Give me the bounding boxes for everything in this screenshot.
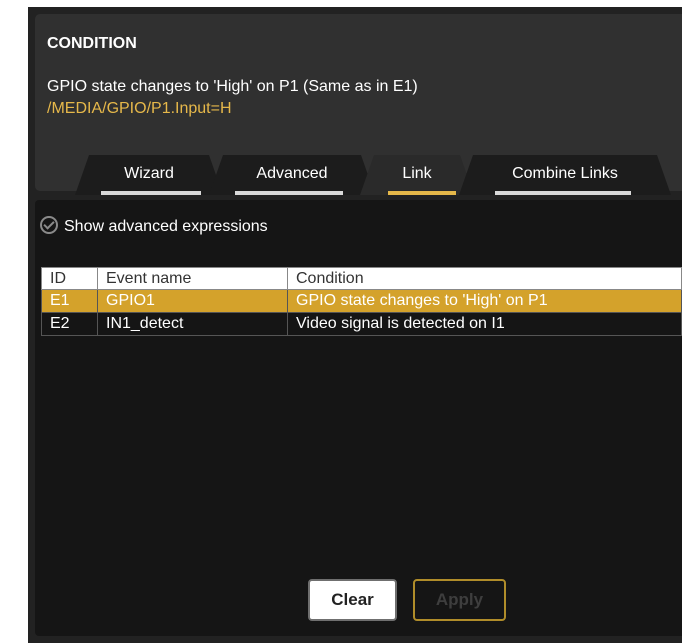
column-header-id[interactable]: ID: [41, 267, 98, 290]
tab-combine-links[interactable]: Combine Links: [459, 155, 671, 195]
tab-wizard-label: Wizard: [124, 165, 174, 182]
tab-wizard-indicator: [101, 191, 201, 195]
condition-description: GPIO state changes to 'High' on P1 (Same…: [47, 78, 418, 95]
tab-wizard[interactable]: Wizard: [75, 155, 223, 195]
condition-editor: CONDITION GPIO state changes to 'High' o…: [28, 7, 682, 643]
cell-condition: Video signal is detected on I1: [287, 312, 682, 336]
cell-condition: GPIO state changes to 'High' on P1: [287, 289, 682, 313]
clear-button[interactable]: Clear: [308, 579, 397, 621]
cell-id: E2: [41, 312, 98, 336]
tab-bar: Wizard Advanced Link Combine Links: [35, 155, 682, 195]
cell-event-name: GPIO1: [97, 289, 288, 313]
cell-event-name: IN1_detect: [97, 312, 288, 336]
table-row[interactable]: E2 IN1_detect Video signal is detected o…: [41, 312, 682, 336]
table-row[interactable]: E1 GPIO1 GPIO state changes to 'High' on…: [41, 289, 682, 313]
column-header-condition[interactable]: Condition: [287, 267, 682, 290]
condition-title: CONDITION: [47, 35, 137, 52]
table-header-row: ID Event name Condition: [41, 267, 682, 290]
condition-panel: CONDITION GPIO state changes to 'High' o…: [35, 14, 682, 191]
tab-link[interactable]: Link: [360, 155, 474, 195]
cell-id: E1: [41, 289, 98, 313]
tab-advanced[interactable]: Advanced: [209, 155, 375, 195]
check-circle-icon[interactable]: [40, 216, 58, 234]
tab-advanced-indicator: [235, 191, 343, 195]
condition-expression: /MEDIA/GPIO/P1.Input=H: [47, 100, 232, 117]
tab-link-label: Link: [402, 165, 432, 182]
show-advanced-toggle[interactable]: Show advanced expressions: [40, 216, 268, 236]
apply-button[interactable]: Apply: [413, 579, 506, 621]
tab-combine-links-indicator: [495, 191, 631, 195]
column-header-event-name[interactable]: Event name: [97, 267, 288, 290]
tab-advanced-label: Advanced: [256, 165, 328, 182]
tab-link-indicator: [388, 191, 456, 195]
tab-combine-links-label: Combine Links: [512, 165, 618, 182]
show-advanced-label: Show advanced expressions: [64, 218, 268, 235]
link-panel: [35, 200, 682, 636]
event-table: ID Event name Condition E1 GPIO1 GPIO st…: [41, 267, 682, 336]
